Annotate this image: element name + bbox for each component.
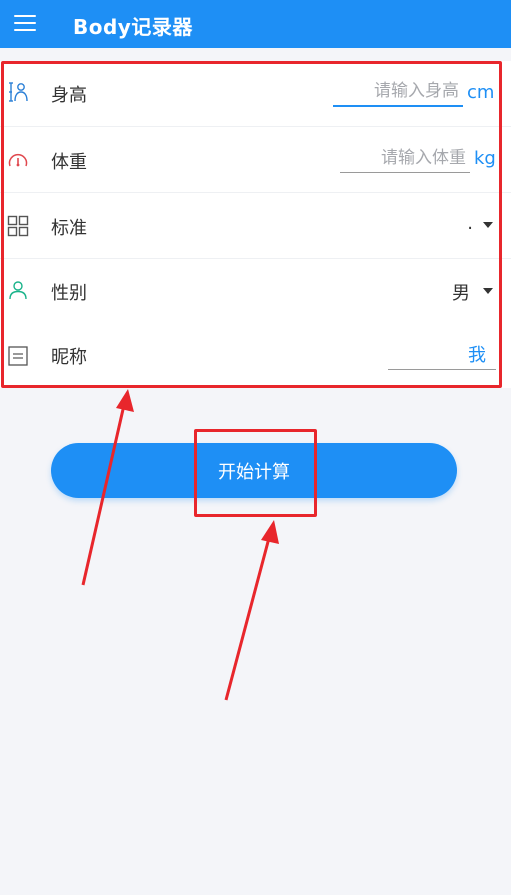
height-label: 身高: [51, 85, 87, 106]
grid-icon: [7, 215, 29, 237]
person-icon: [9, 281, 27, 300]
person-height-icon: [9, 82, 28, 102]
weight-unit: kg: [474, 148, 496, 169]
document-icon: [8, 346, 28, 366]
standard-label: 标准: [51, 218, 87, 239]
nickname-label: 昵称: [51, 347, 87, 368]
gender-label: 性别: [51, 283, 87, 304]
start-calculate-button[interactable]: 开始计算: [51, 443, 457, 498]
annotation-arrow-button: [224, 520, 279, 701]
nickname-value: 我: [468, 345, 486, 366]
weight-input[interactable]: [340, 143, 470, 173]
menu-icon[interactable]: [14, 14, 36, 32]
chevron-down-icon[interactable]: [483, 288, 493, 294]
nickname-input[interactable]: 我: [388, 335, 496, 370]
height-input[interactable]: [333, 77, 463, 107]
standard-select[interactable]: .: [467, 213, 473, 234]
gender-select[interactable]: 男: [452, 279, 470, 305]
gender-row[interactable]: 性别 男: [0, 259, 511, 325]
nickname-row: 昵称 我: [0, 323, 511, 389]
app-title: Body记录器: [73, 15, 193, 39]
chevron-down-icon[interactable]: [483, 222, 493, 228]
app-bar: Body记录器: [0, 0, 511, 48]
weight-label: 体重: [51, 152, 87, 173]
standard-row[interactable]: 标准 .: [0, 193, 511, 259]
height-row: 身高 cm: [0, 61, 511, 127]
height-unit: cm: [467, 82, 495, 103]
weight-row: 体重 kg: [0, 127, 511, 193]
body-form: 身高 cm 体重 kg 标准 . 性别: [0, 61, 511, 388]
gauge-icon: [8, 153, 28, 167]
